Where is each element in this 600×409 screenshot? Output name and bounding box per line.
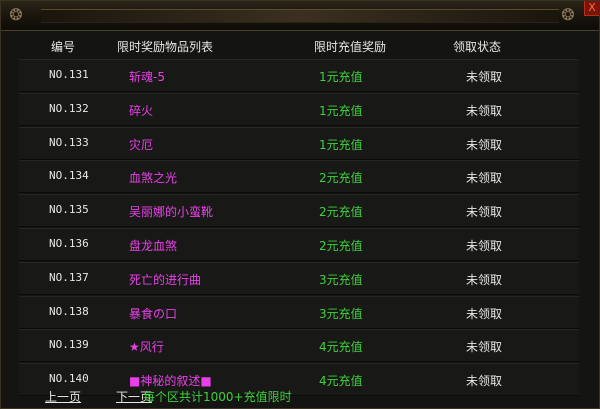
table-row: NO.134 血煞之光 2元充值 未领取: [19, 160, 579, 194]
recharge-requirement: 1元充值: [319, 70, 363, 84]
row-number: NO.132: [49, 101, 89, 115]
claim-status[interactable]: 未领取: [466, 338, 502, 355]
claim-status[interactable]: 未领取: [466, 203, 502, 220]
row-number: NO.133: [49, 135, 89, 149]
row-number: NO.136: [49, 236, 89, 250]
recharge-requirement: 4元充值: [319, 374, 363, 389]
table-row: NO.137 死亡的进行曲 3元充值 未领取: [19, 261, 579, 295]
prev-page-link[interactable]: 上一页: [45, 388, 81, 405]
claim-status[interactable]: 未领取: [466, 271, 502, 288]
row-number: NO.140: [49, 372, 89, 386]
reward-item-name[interactable]: 血煞之光: [129, 169, 177, 186]
recharge-requirement: 1元充值: [319, 137, 363, 152]
row-number: NO.137: [49, 270, 89, 284]
corner-ornament-icon: ❂: [561, 5, 575, 24]
reward-item-name[interactable]: ★风行: [129, 338, 164, 355]
recharge-requirement: 2元充值: [319, 238, 363, 253]
table-row: NO.139 ★风行 4元充值 未领取: [19, 329, 579, 363]
reward-item-name[interactable]: 斩魂-5: [129, 68, 165, 85]
title-bar-ornament: [41, 9, 559, 23]
row-number: NO.134: [49, 169, 89, 183]
title-bar: ❂ ❂ X: [1, 1, 599, 31]
close-button[interactable]: X: [584, 1, 599, 16]
header-item: 限时奖励物品列表: [117, 40, 214, 54]
corner-ornament-icon: ❂: [9, 5, 23, 24]
table-header: 编号 限时奖励物品列表 限时充值奖励 领取状态: [1, 38, 599, 56]
claim-status[interactable]: 未领取: [466, 372, 502, 389]
reward-item-name[interactable]: 死亡的进行曲: [129, 271, 201, 288]
recharge-requirement: 4元充值: [319, 340, 363, 355]
claim-status[interactable]: 未领取: [466, 169, 502, 186]
reward-item-name[interactable]: 吴丽娜的小蛮靴: [129, 203, 213, 220]
reward-item-name[interactable]: 盘龙血煞: [129, 237, 177, 254]
recharge-requirement: 3元充值: [319, 272, 363, 287]
claim-status[interactable]: 未领取: [466, 136, 502, 153]
reward-item-name[interactable]: ■神秘的叙述■: [129, 372, 212, 389]
table-row: NO.133 灾厄 1元充值 未领取: [19, 126, 579, 160]
recharge-requirement: 2元充值: [319, 205, 363, 220]
claim-status[interactable]: 未领取: [466, 237, 502, 254]
table-row: NO.131 斩魂-5 1元充值 未领取: [19, 59, 579, 92]
header-no: 编号: [51, 40, 76, 54]
recharge-requirement: 1元充值: [319, 103, 363, 118]
pagination-footer: 上一页 下一页 每个区共计1000+充值限时: [1, 388, 599, 408]
table-row: NO.138 暴食の口 3元充值 未领取: [19, 295, 579, 329]
reward-panel: ❂ ❂ X 编号 限时奖励物品列表 限时充值奖励 领取状态 NO.131 斩魂-…: [0, 0, 600, 409]
claim-status[interactable]: 未领取: [466, 102, 502, 119]
row-number: NO.138: [49, 304, 89, 318]
header-status: 领取状态: [453, 40, 502, 54]
reward-list: NO.131 斩魂-5 1元充值 未领取 NO.132 碎火 1元充值 未领取 …: [19, 59, 579, 397]
recharge-requirement: 2元充值: [319, 171, 363, 186]
reward-item-name[interactable]: 灾厄: [129, 136, 153, 153]
table-row: NO.132 碎火 1元充值 未领取: [19, 92, 579, 126]
reward-item-name[interactable]: 暴食の口: [129, 305, 177, 322]
recharge-requirement: 3元充值: [319, 306, 363, 321]
table-row: NO.135 吴丽娜的小蛮靴 2元充值 未领取: [19, 194, 579, 228]
header-prize: 限时充值奖励: [314, 40, 387, 54]
row-number: NO.139: [49, 338, 89, 352]
row-number: NO.135: [49, 203, 89, 217]
claim-status[interactable]: 未领取: [466, 68, 502, 85]
claim-status[interactable]: 未领取: [466, 305, 502, 322]
reward-item-name[interactable]: 碎火: [129, 102, 153, 119]
footer-note: 每个区共计1000+充值限时: [143, 390, 292, 404]
row-number: NO.131: [49, 68, 89, 81]
table-row: NO.136 盘龙血煞 2元充值 未领取: [19, 227, 579, 261]
